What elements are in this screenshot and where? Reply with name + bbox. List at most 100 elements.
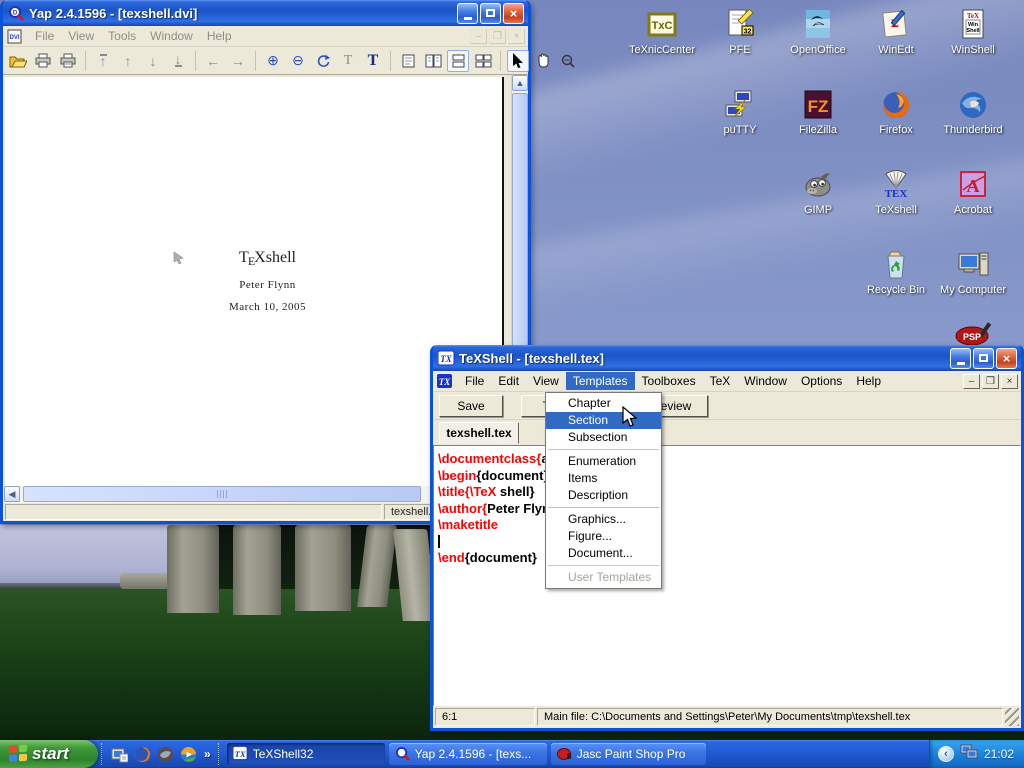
zoom-in-icon[interactable]: ⊕ xyxy=(262,50,284,72)
texshell-titlebar[interactable]: TX TeXShell - [texshell.tex] × xyxy=(433,345,1021,371)
network-tray-icon[interactable] xyxy=(960,744,978,765)
texshell-child-minimize-button[interactable]: – xyxy=(963,374,980,389)
texshell-menu-tex[interactable]: TeX xyxy=(703,372,738,390)
desktop-icon-texniccenter[interactable]: TxC TeXnicCenter xyxy=(624,8,700,56)
yap-menu-view[interactable]: View xyxy=(61,27,101,45)
texshell-menu-templates[interactable]: Templates xyxy=(566,372,635,390)
start-button[interactable]: start xyxy=(0,740,98,768)
forward-icon[interactable]: → xyxy=(227,50,249,72)
first-page-icon[interactable]: ↑ xyxy=(92,50,114,72)
save-button[interactable]: Save xyxy=(439,395,503,417)
texshell-child-close-button[interactable]: × xyxy=(1001,374,1018,389)
texshell-child-restore-button[interactable]: ❒ xyxy=(982,374,999,389)
yap-menu-help[interactable]: Help xyxy=(200,27,239,45)
scroll-left-button[interactable]: ◀ xyxy=(4,486,20,502)
show-desktop-icon[interactable] xyxy=(110,745,128,763)
browser-quicklaunch-icon[interactable] xyxy=(156,745,174,763)
yap-menu-tools[interactable]: Tools xyxy=(101,27,143,45)
yap-menu-window[interactable]: Window xyxy=(143,27,200,45)
texshell-menu-edit[interactable]: Edit xyxy=(491,372,526,390)
desktop-icon-openoffice[interactable]: OpenOffice xyxy=(780,8,856,56)
desktop-icon-putty[interactable]: puTTY xyxy=(702,88,778,136)
menu-item-graphics[interactable]: Graphics... xyxy=(546,511,661,528)
next-page-icon[interactable]: ↓ xyxy=(142,50,164,72)
stone xyxy=(167,525,219,613)
yap-maximize-button[interactable] xyxy=(480,3,501,24)
tray-collapse-chevron[interactable]: ‹ xyxy=(938,746,954,762)
taskbar-task-yap[interactable]: Yap 2.4.1596 - [texs... xyxy=(389,743,547,765)
desktop-icon-winshell[interactable]: TeXWinShell WinShell xyxy=(935,8,1011,56)
editor-content[interactable]: \documentclass{article}\begin{document}\… xyxy=(433,445,1021,706)
desktop-icon-texshell[interactable]: TEX TeXshell xyxy=(858,168,934,216)
hand-tool-icon[interactable] xyxy=(532,50,554,72)
yap-child-restore-button[interactable]: ❒ xyxy=(489,29,506,44)
yap-minimize-button[interactable] xyxy=(457,3,478,24)
desktop-icon-recycle-bin[interactable]: Recycle Bin xyxy=(858,248,934,296)
menu-item-description[interactable]: Description xyxy=(546,487,661,504)
menu-item-chapter[interactable]: Chapter xyxy=(546,395,661,412)
yap-child-close-button[interactable]: × xyxy=(508,29,525,44)
menu-item-enumeration[interactable]: Enumeration xyxy=(546,453,661,470)
vertical-scroll-thumb[interactable] xyxy=(512,93,528,383)
desktop-icon-paint-shop-pro-partial[interactable]: PSP xyxy=(950,320,996,345)
horizontal-scroll-thumb[interactable] xyxy=(23,486,421,502)
texshell-menu-window[interactable]: Window xyxy=(737,372,794,390)
texshell-minimize-button[interactable] xyxy=(950,348,971,369)
yap-titlebar[interactable]: D Yap 2.4.1596 - [texshell.dvi] × xyxy=(3,0,528,26)
text-mode-icon[interactable]: T xyxy=(362,50,384,72)
texshell-maximize-button[interactable] xyxy=(973,348,994,369)
print-icon[interactable] xyxy=(32,50,54,72)
menu-item-items[interactable]: Items xyxy=(546,470,661,487)
back-icon[interactable]: ← xyxy=(202,50,224,72)
svg-text:DVI: DVI xyxy=(9,35,19,41)
continuous-view-icon[interactable] xyxy=(447,50,469,72)
print-page-icon[interactable] xyxy=(57,50,79,72)
desktop-icon-thunderbird[interactable]: Thunderbird xyxy=(935,88,1011,136)
desktop-icon-filezilla[interactable]: FZ FileZilla xyxy=(780,88,856,136)
zoom-out-icon[interactable]: ⊖ xyxy=(287,50,309,72)
single-page-view-icon[interactable] xyxy=(397,50,419,72)
code-line-1: \documentclass{article} xyxy=(438,451,1020,468)
desktop-icon-firefox[interactable]: Firefox xyxy=(858,88,934,136)
magnifier-tool-icon[interactable] xyxy=(557,50,579,72)
texshell-tabbar: texshell.tex xyxy=(433,420,1021,445)
scroll-up-button[interactable]: ▲ xyxy=(512,75,528,91)
continuous-facing-view-icon[interactable] xyxy=(472,50,494,72)
menu-item-document[interactable]: Document... xyxy=(546,545,661,562)
open-file-icon[interactable] xyxy=(7,50,29,72)
desktop-icon-label: puTTY xyxy=(702,124,778,136)
menu-item-section[interactable]: Section xyxy=(546,412,661,429)
yap-child-minimize-button[interactable]: – xyxy=(470,29,487,44)
desktop-icon-my-computer[interactable]: My Computer xyxy=(935,248,1011,296)
texshell-close-button[interactable]: × xyxy=(996,348,1017,369)
yap-close-button[interactable]: × xyxy=(503,3,524,24)
desktop-icon-winedt[interactable]: Σ WinEdt xyxy=(858,8,934,56)
facing-pages-view-icon[interactable] xyxy=(422,50,444,72)
desktop-icon-acrobat[interactable]: A Acrobat xyxy=(935,168,1011,216)
menu-separator xyxy=(548,507,659,508)
taskbar-task-texshell32[interactable]: TX TeXShell32 xyxy=(227,743,385,765)
texshell-menu-options[interactable]: Options xyxy=(794,372,849,390)
firefox-quicklaunch-icon[interactable] xyxy=(133,745,151,763)
taskbar-task-paint-shop-pro[interactable]: 8 Jasc Paint Shop Pro xyxy=(551,743,706,765)
ruler-text-icon[interactable]: T xyxy=(337,50,359,72)
texshell-menu-view[interactable]: View xyxy=(526,372,566,390)
resize-grip[interactable] xyxy=(1005,708,1019,726)
menu-item-figure[interactable]: Figure... xyxy=(546,528,661,545)
pointer-tool-icon[interactable] xyxy=(507,50,529,72)
yap-app-icon: D xyxy=(8,5,25,21)
media-player-quicklaunch-icon[interactable] xyxy=(179,745,197,763)
desktop-icon-gimp[interactable]: GIMP xyxy=(780,168,856,216)
yap-menu-file[interactable]: File xyxy=(28,27,61,45)
stone xyxy=(295,525,351,611)
previous-page-icon[interactable]: ↑ xyxy=(117,50,139,72)
menu-item-subsection[interactable]: Subsection xyxy=(546,429,661,446)
texshell-menu-help[interactable]: Help xyxy=(849,372,888,390)
desktop-icon-pfe[interactable]: 32 PFE xyxy=(702,8,778,56)
last-page-icon[interactable]: ↓ xyxy=(167,50,189,72)
texshell-menu-toolboxes[interactable]: Toolboxes xyxy=(635,372,703,390)
tab-texshell-tex[interactable]: texshell.tex xyxy=(439,422,519,444)
texshell-menu-file[interactable]: File xyxy=(458,372,491,390)
refresh-icon[interactable] xyxy=(312,50,334,72)
quick-launch-overflow-chevron[interactable]: » xyxy=(202,747,213,761)
